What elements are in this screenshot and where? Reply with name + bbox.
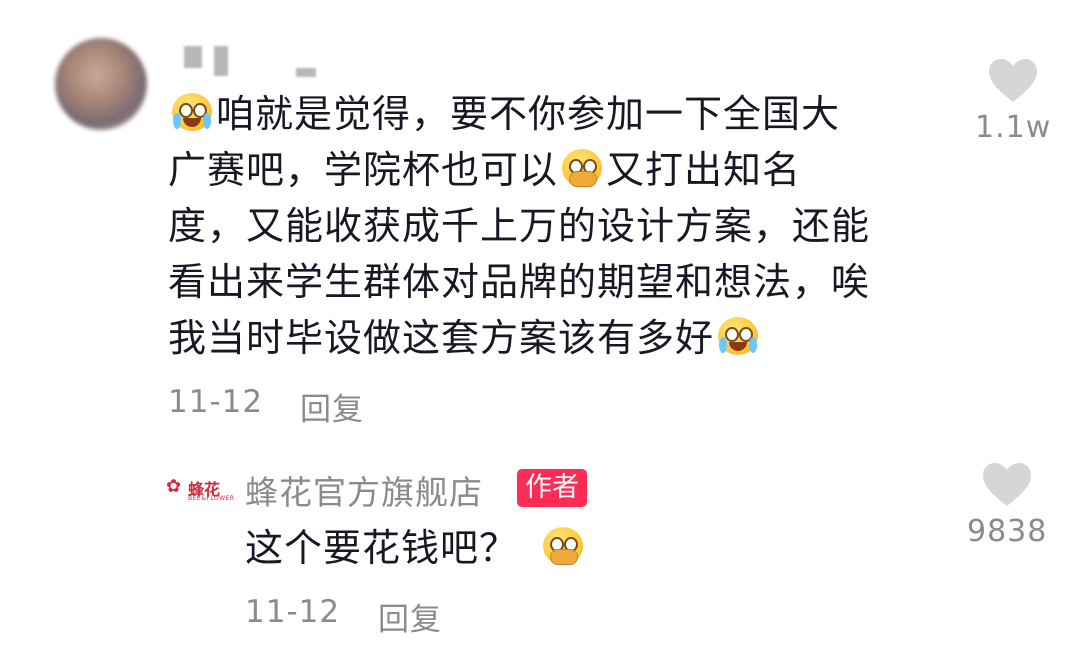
comment-line: 咱就是觉得，要不你参加一下全国大 bbox=[168, 86, 948, 142]
comment-date: 11-12 bbox=[168, 384, 264, 420]
comment-text: 咱就是觉得，要不你参加一下全国大 广赛吧，学院杯也可以 又打出知名 度，又能收获成… bbox=[168, 86, 948, 366]
comment-line: 我当时毕设做这套方案该有多好 bbox=[168, 310, 948, 366]
comment-line-text: 又打出知名 bbox=[606, 148, 802, 192]
reply-reply-button[interactable]: 回复 bbox=[378, 594, 442, 639]
reply-author-name[interactable]: 蜂花官方旗舰店 bbox=[245, 466, 483, 514]
comment-line-text: 广赛吧，学院杯也可以 bbox=[168, 148, 559, 192]
comment-line-text: 度，又能收获成千上万的设计方案，还能 bbox=[168, 204, 871, 248]
avatar-blurred[interactable] bbox=[55, 38, 147, 130]
reply-like-count: 9838 bbox=[967, 514, 1048, 549]
comment-reply-button[interactable]: 回复 bbox=[300, 384, 364, 429]
comment-line: 度，又能收获成千上万的设计方案，还能 bbox=[168, 198, 948, 254]
username-blurred[interactable] bbox=[180, 40, 340, 80]
reply-like-button[interactable]: 9838 bbox=[967, 462, 1047, 549]
shy-covering-mouth-emoji bbox=[560, 149, 604, 189]
comment-line: 广赛吧，学院杯也可以 又打出知名 bbox=[168, 142, 948, 198]
comment-line-text: 看出来学生群体对品牌的期望和想法，唉 bbox=[168, 260, 871, 304]
brand-logo-avatar[interactable]: ✿ 蜂花 BEE&FLOWER bbox=[166, 474, 234, 504]
reply-text-content: 这个要花钱吧？ bbox=[245, 526, 519, 570]
heart-icon[interactable] bbox=[982, 462, 1032, 508]
crying-face-emoji bbox=[716, 317, 760, 357]
comment-like-count: 1.1w bbox=[975, 110, 1052, 145]
comment-line-text: 我当时毕设做这套方案该有多好 bbox=[168, 316, 715, 360]
comment-line: 看出来学生群体对品牌的期望和想法，唉 bbox=[168, 254, 948, 310]
brand-logo-subtext: BEE&FLOWER bbox=[188, 495, 235, 502]
crying-face-emoji bbox=[170, 93, 214, 133]
heart-icon[interactable] bbox=[988, 58, 1038, 104]
comment-line-text: 咱就是觉得，要不你参加一下全国大 bbox=[216, 92, 841, 136]
author-badge: 作者 bbox=[517, 469, 587, 507]
reply-date: 11-12 bbox=[245, 594, 341, 630]
comment-like-button[interactable]: 1.1w bbox=[975, 58, 1051, 145]
flower-icon: ✿ bbox=[166, 476, 182, 497]
shy-covering-mouth-emoji bbox=[541, 527, 585, 567]
reply-text: 这个要花钱吧？ bbox=[245, 520, 587, 576]
